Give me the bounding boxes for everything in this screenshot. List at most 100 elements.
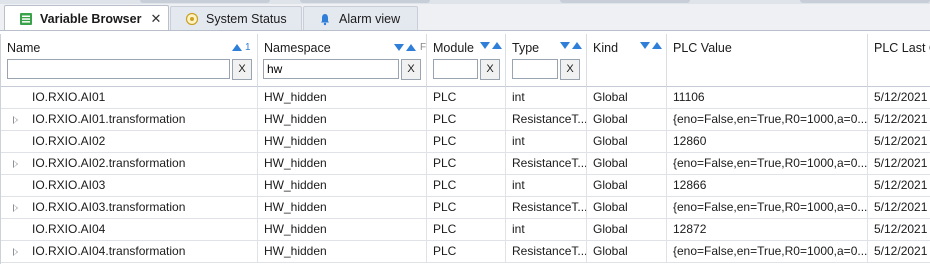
column-header-plc-last[interactable]: PLC Last Co — [868, 34, 930, 87]
cell-module: PLC — [427, 131, 506, 152]
cell-module: PLC — [427, 87, 506, 108]
module-filter-input[interactable] — [433, 59, 478, 79]
cell-name: IO.RXIO.AI04.transformation — [1, 241, 258, 262]
column-label: PLC Last Co — [874, 41, 930, 55]
cell-module: PLC — [427, 219, 506, 240]
sort-toggle-icon[interactable] — [640, 42, 662, 49]
cell-kind: Global — [587, 109, 667, 130]
cell-kind: Global — [587, 153, 667, 174]
cell-plc-value: 11106 — [667, 87, 868, 108]
cell-name: IO.RXIO.AI04 — [1, 219, 258, 240]
cell-namespace: HW_hidden — [258, 197, 427, 218]
tab-alarm-view[interactable]: Alarm view — [303, 6, 418, 30]
namespace-filter-clear-button[interactable]: X — [401, 59, 421, 80]
tab-variable-browser[interactable]: Variable Browser ✕ — [4, 5, 169, 31]
cell-namespace: HW_hidden — [258, 131, 427, 152]
cell-type: ResistanceT... — [506, 153, 587, 174]
column-label: Kind — [593, 41, 619, 55]
cell-module: PLC — [427, 153, 506, 174]
sort-ascending-icon[interactable]: 1 — [232, 42, 251, 53]
cell-type: int — [506, 87, 587, 108]
cell-plc-last: 5/12/2021 — [874, 200, 928, 214]
cell-plc-last: 5/12/2021 — [874, 178, 928, 192]
column-label: Type — [512, 41, 540, 55]
top-edge-bar — [0, 0, 930, 4]
cell-kind: Global — [587, 219, 667, 240]
cell-name: IO.RXIO.AI02 — [1, 131, 258, 152]
column-header-type[interactable]: Type X — [506, 34, 587, 87]
column-header-name[interactable]: Name 1 X — [1, 34, 258, 87]
cell-type: ResistanceT... — [506, 109, 587, 130]
system-status-icon — [185, 12, 199, 26]
cell-plc-value: {eno=False,en=True,R0=1000,a=0... — [667, 241, 868, 262]
cell-name: IO.RXIO.AI03 — [1, 175, 258, 196]
cell-plc-value: 12866 — [667, 175, 868, 196]
sort-toggle-icon[interactable]: F — [394, 42, 426, 53]
sort-order-number: 1 — [245, 42, 251, 53]
cell-kind: Global — [587, 197, 667, 218]
cell-kind: Global — [587, 87, 667, 108]
cell-plc-value: {eno=False,en=True,R0=1000,a=0... — [667, 153, 868, 174]
column-label: PLC Value — [673, 41, 732, 55]
cell-type: ResistanceT... — [506, 197, 587, 218]
cell-module: PLC — [427, 241, 506, 262]
cell-type: int — [506, 131, 587, 152]
cell-plc-last: 5/12/2021 — [874, 134, 928, 148]
column-header-kind[interactable]: Kind — [587, 34, 667, 87]
table-row[interactable]: IO.RXIO.AI03.transformation HW_hidden PL… — [1, 197, 930, 219]
cell-plc-value: {eno=False,en=True,R0=1000,a=0... — [667, 197, 868, 218]
type-filter-input[interactable] — [512, 59, 558, 79]
alarm-bell-icon — [318, 12, 332, 26]
column-header-plc-value[interactable]: PLC Value — [667, 34, 868, 87]
table-row[interactable]: IO.RXIO.AI01 HW_hidden PLC int Global 11… — [1, 87, 930, 109]
type-filter-clear-button[interactable]: X — [560, 59, 580, 80]
name-filter-clear-button[interactable]: X — [232, 59, 252, 80]
variable-grid: Name 1 X Namespace F X Module X Type X K… — [0, 34, 930, 264]
tab-label: System Status — [206, 11, 287, 26]
filter-indicator: F — [420, 42, 427, 53]
cell-module: PLC — [427, 109, 506, 130]
cell-namespace: HW_hidden — [258, 87, 427, 108]
cell-namespace: HW_hidden — [258, 241, 427, 262]
table-row[interactable]: IO.RXIO.AI03 HW_hidden PLC int Global 12… — [1, 175, 930, 197]
cell-plc-last: 5/12/2021 — [874, 112, 928, 126]
name-filter-input[interactable] — [7, 59, 230, 79]
cell-plc-last: 5/12/2021 — [874, 90, 928, 104]
cell-plc-last: 5/12/2021 — [874, 244, 928, 258]
column-label: Module — [433, 41, 474, 55]
cell-plc-value: 12860 — [667, 131, 868, 152]
module-filter-clear-button[interactable]: X — [480, 59, 500, 80]
sort-toggle-icon[interactable] — [560, 42, 582, 49]
cell-type: int — [506, 219, 587, 240]
tab-system-status[interactable]: System Status — [170, 6, 302, 30]
cell-namespace: HW_hidden — [258, 153, 427, 174]
namespace-filter-input[interactable] — [263, 59, 399, 79]
cell-name: IO.RXIO.AI03.transformation — [1, 197, 258, 218]
table-row[interactable]: IO.RXIO.AI04 HW_hidden PLC int Global 12… — [1, 219, 930, 241]
cell-namespace: HW_hidden — [258, 109, 427, 130]
table-row[interactable]: IO.RXIO.AI01.transformation HW_hidden PL… — [1, 109, 930, 131]
column-label: Name — [7, 41, 41, 55]
cell-name: IO.RXIO.AI01.transformation — [1, 109, 258, 130]
tab-label: Alarm view — [339, 11, 401, 26]
column-label: Namespace — [264, 41, 331, 55]
variable-browser-icon — [19, 12, 33, 26]
sort-toggle-icon[interactable] — [480, 42, 502, 49]
table-row[interactable]: IO.RXIO.AI02.transformation HW_hidden PL… — [1, 153, 930, 175]
cell-name: IO.RXIO.AI02.transformation — [1, 153, 258, 174]
document-tab-strip: Variable Browser ✕ System Status Alarm v… — [0, 0, 930, 31]
close-icon[interactable]: ✕ — [150, 11, 161, 27]
table-row[interactable]: IO.RXIO.AI04.transformation HW_hidden PL… — [1, 241, 930, 263]
table-row[interactable]: IO.RXIO.AI02 HW_hidden PLC int Global 12… — [1, 131, 930, 153]
cell-plc-value: 12872 — [667, 219, 868, 240]
cell-type: int — [506, 175, 587, 196]
cell-plc-last: 5/12/2021 — [874, 156, 928, 170]
column-header-namespace[interactable]: Namespace F X — [258, 34, 427, 87]
cell-namespace: HW_hidden — [258, 219, 427, 240]
cell-namespace: HW_hidden — [258, 175, 427, 196]
column-header-module[interactable]: Module X — [427, 34, 506, 87]
cell-name: IO.RXIO.AI01 — [1, 87, 258, 108]
tab-label: Variable Browser — [40, 11, 142, 26]
cell-plc-last: 5/12/2021 — [874, 222, 928, 236]
cell-kind: Global — [587, 175, 667, 196]
